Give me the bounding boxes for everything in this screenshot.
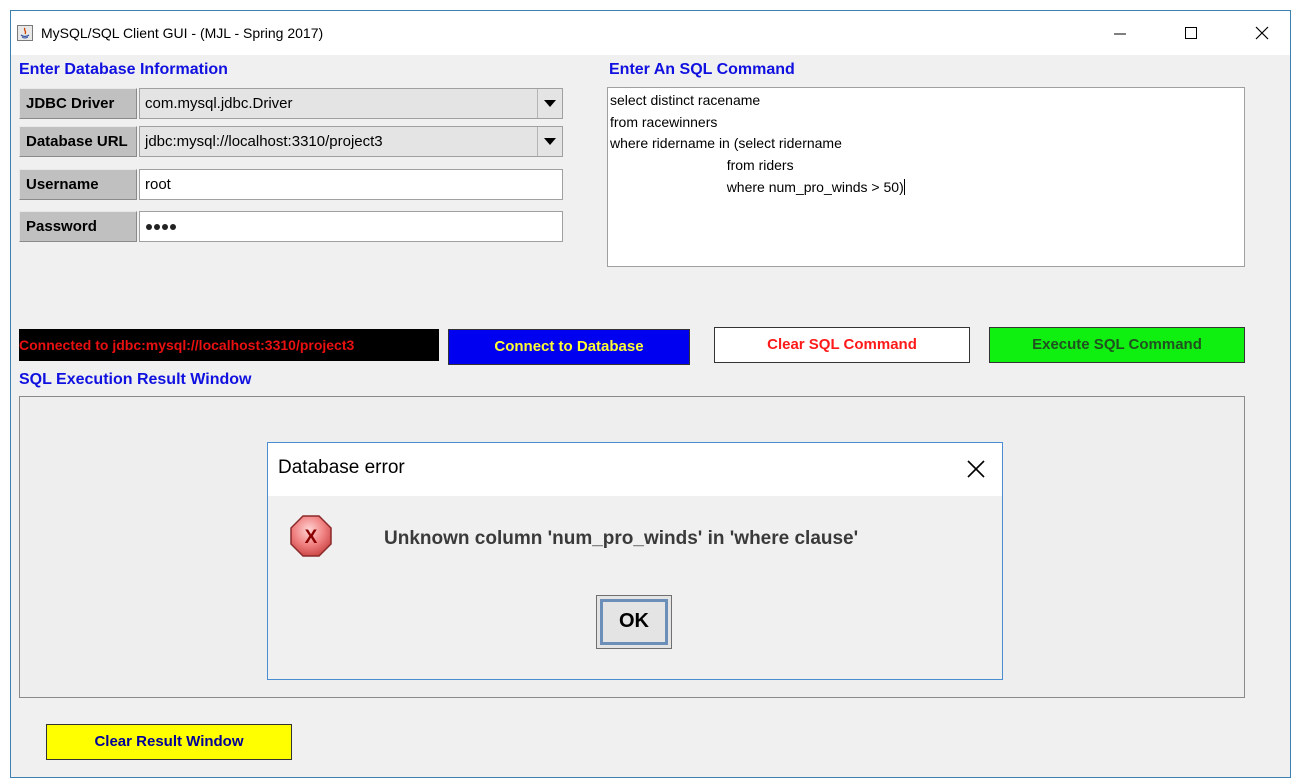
database-info-heading: Enter Database Information: [19, 61, 228, 78]
close-icon: [967, 460, 985, 478]
clear-result-button[interactable]: Clear Result Window: [46, 724, 292, 760]
minimize-icon: [1114, 33, 1126, 35]
connection-status: Connected to jdbc:mysql://localhost:3310…: [19, 329, 439, 361]
connect-database-button[interactable]: Connect to Database: [448, 329, 690, 365]
chevron-down-icon: [544, 99, 556, 107]
svg-text:X: X: [305, 527, 318, 548]
execute-sql-button[interactable]: Execute SQL Command: [989, 327, 1245, 363]
database-url-dropdown-button[interactable]: [537, 127, 562, 156]
sql-line-last: where num_pro_winds > 50): [610, 178, 905, 196]
result-heading: SQL Execution Result Window: [19, 371, 252, 388]
java-app-icon: [17, 25, 33, 41]
text-caret: [903, 179, 905, 195]
dialog-close-button[interactable]: [964, 457, 988, 481]
sql-line-text: where num_pro_winds > 50): [610, 179, 904, 195]
database-url-value: jdbc:mysql://localhost:3310/project3: [145, 133, 383, 150]
app-window: MySQL/SQL Client GUI - (MJL - Spring 201…: [10, 10, 1291, 778]
password-mask-dot: [154, 224, 160, 230]
dialog-title: Database error: [278, 457, 405, 478]
minimize-button[interactable]: [1097, 17, 1143, 49]
jdbc-driver-dropdown-button[interactable]: [537, 89, 562, 118]
sql-line: select distinct racename: [610, 92, 761, 108]
sql-command-heading: Enter An SQL Command: [609, 61, 795, 78]
maximize-button[interactable]: [1168, 17, 1214, 49]
chevron-down-icon: [544, 137, 556, 145]
maximize-icon: [1185, 27, 1197, 39]
database-url-select[interactable]: jdbc:mysql://localhost:3310/project3: [139, 126, 563, 157]
password-label: Password: [19, 211, 137, 242]
username-field[interactable]: root: [139, 169, 563, 200]
password-field[interactable]: [139, 211, 563, 242]
jdbc-driver-select[interactable]: com.mysql.jdbc.Driver: [139, 88, 563, 119]
ok-button-label: OK: [600, 599, 668, 645]
username-label: Username: [19, 169, 137, 200]
sql-line: from riders: [610, 157, 794, 173]
password-mask: [146, 224, 176, 230]
close-icon: [1255, 26, 1269, 40]
dialog-title-bar[interactable]: Database error: [268, 443, 1002, 496]
error-dialog: Database error X Unknown column 'num_pro…: [267, 442, 1003, 680]
jdbc-driver-value: com.mysql.jdbc.Driver: [145, 95, 293, 112]
document-background: [0, 0, 1293, 10]
error-message: Unknown column 'num_pro_winds' in 'where…: [384, 528, 859, 549]
password-mask-dot: [170, 224, 176, 230]
error-x-icon: X: [289, 514, 333, 558]
clear-sql-button[interactable]: Clear SQL Command: [714, 327, 970, 363]
database-url-label: Database URL: [19, 126, 137, 157]
jdbc-driver-label: JDBC Driver: [19, 88, 137, 119]
title-bar[interactable]: MySQL/SQL Client GUI - (MJL - Spring 201…: [11, 11, 1290, 55]
username-value: root: [145, 176, 171, 193]
sql-line: where ridername in (select ridername: [610, 135, 842, 151]
window-title: MySQL/SQL Client GUI - (MJL - Spring 201…: [41, 25, 324, 41]
password-mask-dot: [146, 224, 152, 230]
ok-button[interactable]: OK: [596, 595, 672, 649]
sql-command-input[interactable]: select distinct racename from racewinner…: [607, 87, 1245, 267]
close-button[interactable]: [1239, 17, 1285, 49]
password-mask-dot: [162, 224, 168, 230]
sql-line: from racewinners: [610, 114, 718, 130]
